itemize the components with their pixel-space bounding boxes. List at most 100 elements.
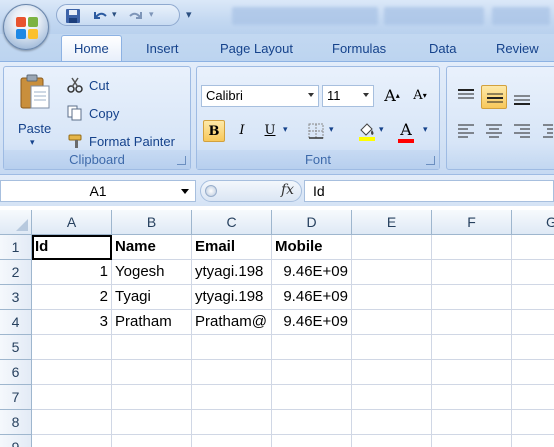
- cell-b8[interactable]: [112, 410, 192, 435]
- fill-color-icon[interactable]: [357, 121, 377, 141]
- cell-f3[interactable]: [432, 285, 512, 310]
- cell-b5[interactable]: [112, 335, 192, 360]
- cell-c9[interactable]: [192, 435, 272, 447]
- cell-d7[interactable]: [272, 385, 352, 410]
- cell-a4[interactable]: 3: [32, 310, 112, 335]
- cell-a3[interactable]: 2: [32, 285, 112, 310]
- cell-c8[interactable]: [192, 410, 272, 435]
- redo-dropdown-icon[interactable]: ▾: [149, 9, 154, 25]
- column-header-g[interactable]: G: [512, 210, 554, 235]
- copy-icon[interactable]: [67, 105, 83, 121]
- cell-b2[interactable]: Yogesh: [112, 260, 192, 285]
- cell-f9[interactable]: [432, 435, 512, 447]
- cell-f7[interactable]: [432, 385, 512, 410]
- paste-button-label[interactable]: Paste: [18, 121, 51, 136]
- cell-f8[interactable]: [432, 410, 512, 435]
- formula-bar-handle-icon[interactable]: [205, 185, 217, 197]
- cell-d3[interactable]: 9.46E+09: [272, 285, 352, 310]
- cell-g8[interactable]: [512, 410, 554, 435]
- align-bottom-icon[interactable]: [511, 87, 533, 109]
- tab-data[interactable]: Data: [429, 41, 456, 56]
- cell-a2[interactable]: 1: [32, 260, 112, 285]
- cell-d4[interactable]: 9.46E+09: [272, 310, 352, 335]
- format-painter-icon[interactable]: [67, 133, 85, 149]
- shrink-font-button[interactable]: A▾: [409, 85, 431, 107]
- name-box[interactable]: A1: [0, 180, 196, 202]
- align-middle-button[interactable]: [481, 85, 507, 109]
- undo-dropdown-icon[interactable]: ▾: [112, 9, 117, 25]
- font-family-select[interactable]: Calibri: [201, 85, 319, 107]
- undo-icon[interactable]: [91, 8, 109, 24]
- cell-g5[interactable]: [512, 335, 554, 360]
- column-header-e[interactable]: E: [352, 210, 432, 235]
- cell-a5[interactable]: [32, 335, 112, 360]
- copy-button[interactable]: Copy: [89, 106, 119, 121]
- cell-e7[interactable]: [352, 385, 432, 410]
- office-button[interactable]: [3, 4, 49, 50]
- align-center-icon[interactable]: [483, 121, 505, 143]
- cell-e8[interactable]: [352, 410, 432, 435]
- save-icon[interactable]: [65, 8, 81, 24]
- cell-g6[interactable]: [512, 360, 554, 385]
- align-right-icon[interactable]: [511, 121, 533, 143]
- row-header-1[interactable]: 1: [0, 235, 32, 260]
- column-header-a[interactable]: A: [32, 210, 112, 235]
- cell-c7[interactable]: [192, 385, 272, 410]
- cell-c1[interactable]: Email: [192, 235, 272, 260]
- column-header-d[interactable]: D: [272, 210, 352, 235]
- cut-button[interactable]: Cut: [89, 78, 109, 93]
- column-header-c[interactable]: C: [192, 210, 272, 235]
- cell-e9[interactable]: [352, 435, 432, 447]
- bold-button[interactable]: B: [203, 120, 225, 142]
- grow-font-button[interactable]: A▴: [381, 85, 403, 107]
- tab-page-layout[interactable]: Page Layout: [220, 41, 293, 56]
- cell-g7[interactable]: [512, 385, 554, 410]
- cell-c3[interactable]: ytyagi.198: [192, 285, 272, 310]
- cell-d6[interactable]: [272, 360, 352, 385]
- cell-d2[interactable]: 9.46E+09: [272, 260, 352, 285]
- borders-icon[interactable]: [307, 123, 325, 139]
- tab-home[interactable]: Home: [61, 35, 122, 63]
- font-color-dropdown-icon[interactable]: ▾: [423, 124, 428, 135]
- cell-f5[interactable]: [432, 335, 512, 360]
- chevron-down-icon[interactable]: [181, 189, 189, 194]
- font-color-button[interactable]: A: [395, 119, 417, 141]
- cell-a7[interactable]: [32, 385, 112, 410]
- formula-input[interactable]: Id: [304, 180, 554, 202]
- cell-d1[interactable]: Mobile: [272, 235, 352, 260]
- cell-b4[interactable]: Pratham: [112, 310, 192, 335]
- cell-b6[interactable]: [112, 360, 192, 385]
- borders-dropdown-icon[interactable]: ▾: [329, 124, 334, 135]
- cell-e1[interactable]: [352, 235, 432, 260]
- insert-function-icon[interactable]: fx: [281, 182, 294, 198]
- row-header-2[interactable]: 2: [0, 260, 32, 285]
- cell-b9[interactable]: [112, 435, 192, 447]
- cell-f1[interactable]: [432, 235, 512, 260]
- tab-insert[interactable]: Insert: [146, 41, 179, 56]
- cell-g9[interactable]: [512, 435, 554, 447]
- cut-icon[interactable]: [67, 77, 83, 93]
- cell-b1[interactable]: Name: [112, 235, 192, 260]
- cell-b3[interactable]: Tyagi: [112, 285, 192, 310]
- decrease-indent-icon[interactable]: [541, 121, 553, 143]
- column-header-f[interactable]: F: [432, 210, 512, 235]
- row-header-3[interactable]: 3: [0, 285, 32, 310]
- cell-g4[interactable]: [512, 310, 554, 335]
- clipboard-dialog-launcher-icon[interactable]: [177, 156, 186, 165]
- redo-icon[interactable]: [127, 8, 145, 24]
- cell-d8[interactable]: [272, 410, 352, 435]
- cell-g1[interactable]: [512, 235, 554, 260]
- cell-e2[interactable]: [352, 260, 432, 285]
- font-size-select[interactable]: 11: [322, 85, 374, 107]
- row-header-5[interactable]: 5: [0, 335, 32, 360]
- cell-c5[interactable]: [192, 335, 272, 360]
- format-painter-button[interactable]: Format Painter: [89, 134, 175, 149]
- cell-d5[interactable]: [272, 335, 352, 360]
- cell-a9[interactable]: [32, 435, 112, 447]
- row-header-4[interactable]: 4: [0, 310, 32, 335]
- cell-c4[interactable]: Pratham@: [192, 310, 272, 335]
- underline-dropdown-icon[interactable]: ▾: [283, 124, 288, 135]
- column-header-b[interactable]: B: [112, 210, 192, 235]
- cell-f4[interactable]: [432, 310, 512, 335]
- tab-formulas[interactable]: Formulas: [332, 41, 386, 56]
